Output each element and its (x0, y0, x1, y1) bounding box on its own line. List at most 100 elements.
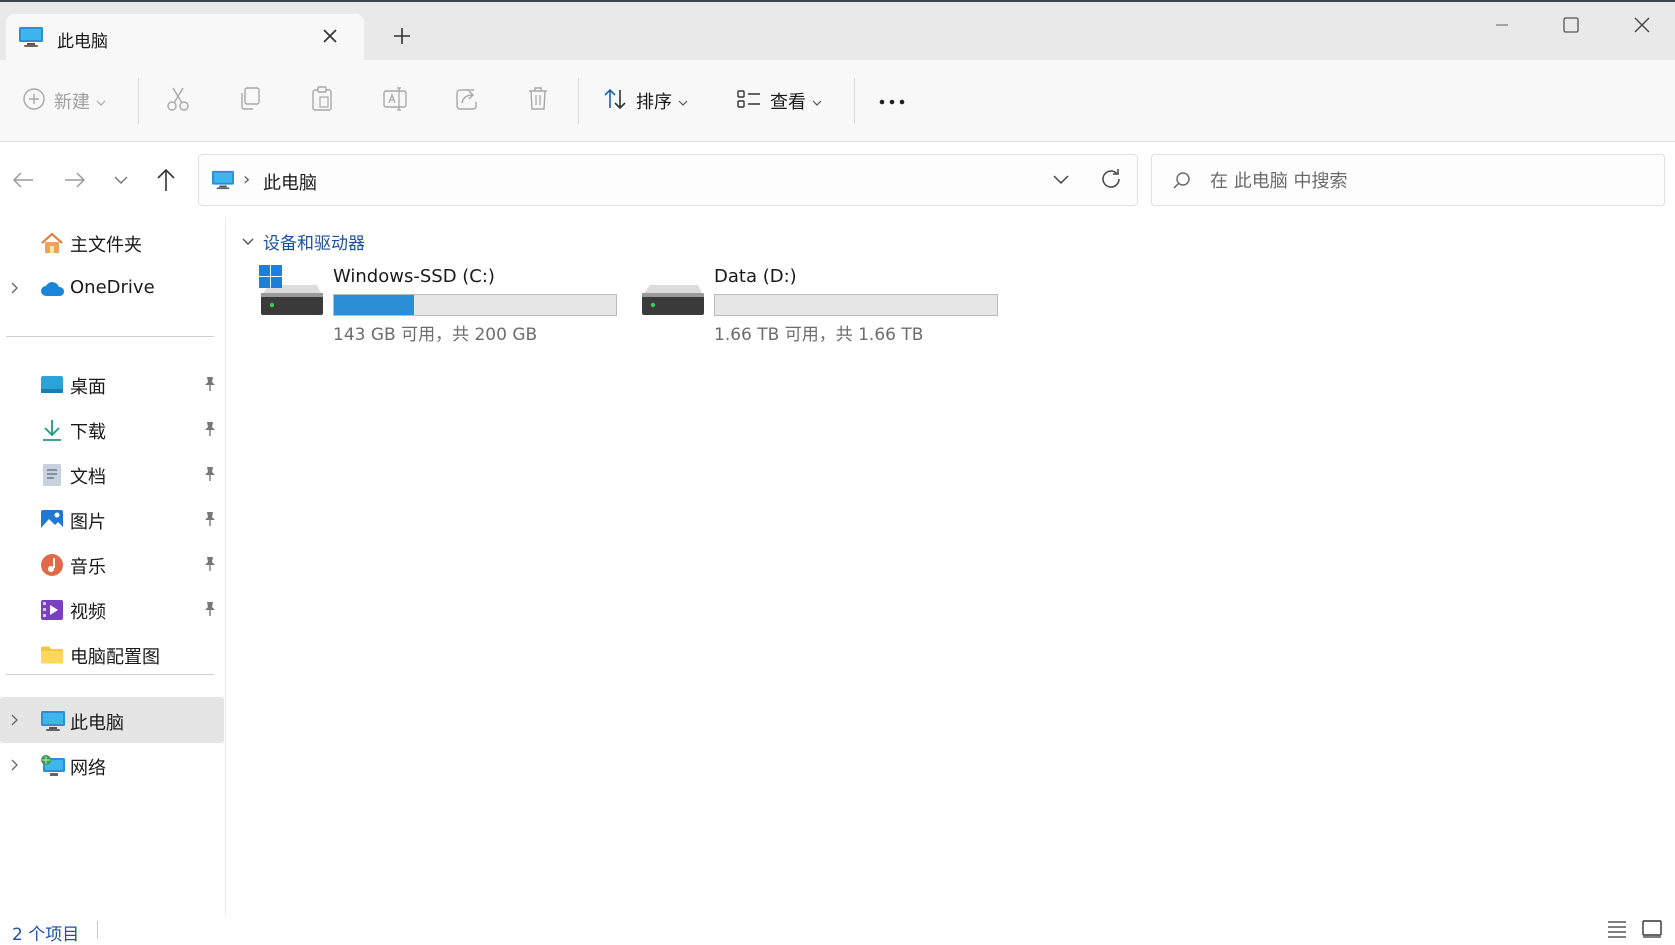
chevron-down-icon (241, 232, 255, 251)
folder-icon (40, 643, 64, 667)
sidebar-divider (6, 674, 214, 675)
music-icon (40, 553, 64, 577)
sidebar-item-home[interactable]: 主文件夹 (0, 219, 224, 265)
system-drive-icon (257, 265, 323, 327)
copy-button[interactable] (238, 86, 262, 116)
back-button[interactable] (8, 165, 38, 195)
drive-free-space: 143 GB 可用，共 200 GB (333, 325, 538, 345)
minimize-button[interactable] (1478, 10, 1526, 40)
sidebar-item-onedrive[interactable]: OneDrive (0, 265, 224, 311)
sidebar-item-desktop[interactable]: 桌面 (0, 361, 224, 407)
drive-usage-fill (334, 295, 415, 315)
document-icon (40, 463, 64, 487)
computer-icon (211, 169, 235, 195)
group-header-label: 设备和驱动器 (263, 234, 365, 254)
address-history-button[interactable] (1051, 169, 1071, 193)
view-button[interactable]: 查看 (736, 86, 822, 116)
sidebar-item-label: OneDrive (70, 277, 155, 298)
command-bar: 新建 排序 查看 (0, 60, 1675, 142)
rename-button[interactable] (382, 86, 408, 116)
sidebar-item-downloads[interactable]: 下载 (0, 406, 224, 452)
drive-usage-bar (714, 294, 998, 316)
close-window-button[interactable] (1618, 10, 1666, 40)
sidebar-item-network[interactable]: 网络 (0, 742, 224, 788)
sidebar-item-label: 网络 (70, 758, 106, 779)
recent-locations-button[interactable] (106, 165, 136, 195)
sort-label: 排序 (636, 92, 672, 113)
pin-icon[interactable] (203, 421, 217, 441)
toolbar-separator (138, 78, 139, 124)
sidebar-item-music[interactable]: 音乐 (0, 541, 224, 587)
tab-title: 此电脑 (57, 32, 108, 52)
copy-icon (238, 86, 262, 116)
paste-icon (310, 86, 334, 116)
add-circle-icon (22, 87, 46, 115)
video-icon (40, 598, 64, 622)
pin-icon[interactable] (203, 601, 217, 621)
pin-icon[interactable] (203, 511, 217, 531)
pin-icon[interactable] (203, 376, 217, 396)
toolbar-separator (578, 78, 579, 124)
address-bar[interactable]: › 此电脑 (198, 154, 1138, 206)
sidebar-item-this-pc[interactable]: 此电脑 (0, 697, 224, 743)
refresh-button[interactable] (1099, 167, 1123, 195)
large-icons-view-button[interactable] (1642, 920, 1664, 940)
sidebar-item-label: 下载 (70, 422, 106, 443)
drive-icon (638, 265, 704, 327)
sidebar-item-label: 电脑配置图 (70, 647, 160, 668)
new-tab-button[interactable] (390, 24, 414, 48)
sidebar-item-pc-config-folder[interactable]: 电脑配置图 (0, 631, 224, 677)
details-view-button[interactable] (1607, 920, 1629, 940)
maximize-button[interactable] (1547, 10, 1595, 40)
sidebar-item-label: 文档 (70, 467, 106, 488)
up-button[interactable] (151, 165, 181, 195)
computer-icon (40, 709, 65, 733)
sidebar-item-videos[interactable]: 视频 (0, 586, 224, 632)
sort-button[interactable]: 排序 (602, 86, 688, 116)
sidebar-item-label: 主文件夹 (70, 235, 142, 256)
tab-this-pc[interactable]: 此电脑 (6, 14, 364, 60)
forward-button[interactable] (60, 165, 90, 195)
drive-d[interactable]: Data (D:) 1.66 TB 可用，共 1.66 TB (638, 265, 998, 345)
sidebar-item-label: 音乐 (70, 557, 106, 578)
chevron-right-icon[interactable] (10, 712, 20, 731)
cloud-icon (40, 277, 65, 301)
search-input[interactable] (1210, 168, 1630, 194)
group-header-devices[interactable]: 设备和驱动器 (241, 229, 365, 254)
drive-name: Windows-SSD (C:) (333, 266, 495, 287)
pictures-icon (40, 508, 64, 532)
drive-c[interactable]: Windows-SSD (C:) 143 GB 可用，共 200 GB (257, 265, 617, 345)
cut-button[interactable] (166, 86, 190, 116)
close-tab-button[interactable] (318, 24, 342, 48)
sidebar-item-pictures[interactable]: 图片 (0, 496, 224, 542)
chevron-right-icon[interactable] (10, 280, 20, 299)
view-label: 查看 (770, 92, 806, 113)
navigation-pane: 主文件夹 OneDrive 桌面 下载 文档 图片 音乐 视频 电脑配置图 此电… (0, 217, 226, 917)
paste-button[interactable] (310, 86, 334, 116)
delete-button[interactable] (526, 86, 550, 116)
delete-icon (526, 86, 550, 116)
more-options-button[interactable] (878, 86, 906, 116)
status-bar: 2 个项目 (0, 917, 1675, 945)
chevron-right-icon[interactable] (10, 757, 20, 776)
navigation-row: › 此电脑 (0, 143, 1675, 217)
view-icon (736, 87, 762, 115)
sidebar-item-label: 桌面 (70, 377, 106, 398)
drive-free-space: 1.66 TB 可用，共 1.66 TB (714, 325, 924, 345)
search-icon (1172, 171, 1192, 195)
chevron-down-icon (812, 92, 822, 111)
rename-icon (382, 86, 408, 116)
item-count: 2 个项目 (12, 925, 80, 945)
sidebar-item-documents[interactable]: 文档 (0, 451, 224, 497)
chevron-down-icon (678, 92, 688, 111)
search-box[interactable] (1151, 154, 1665, 206)
pin-icon[interactable] (203, 556, 217, 576)
pin-icon[interactable] (203, 466, 217, 486)
breadcrumb-this-pc[interactable]: 此电脑 (263, 169, 317, 195)
home-icon (40, 231, 64, 255)
drive-name: Data (D:) (714, 266, 797, 287)
share-button[interactable] (454, 86, 480, 116)
computer-icon (18, 25, 44, 53)
new-button[interactable]: 新建 (22, 86, 106, 116)
download-icon (40, 418, 64, 442)
